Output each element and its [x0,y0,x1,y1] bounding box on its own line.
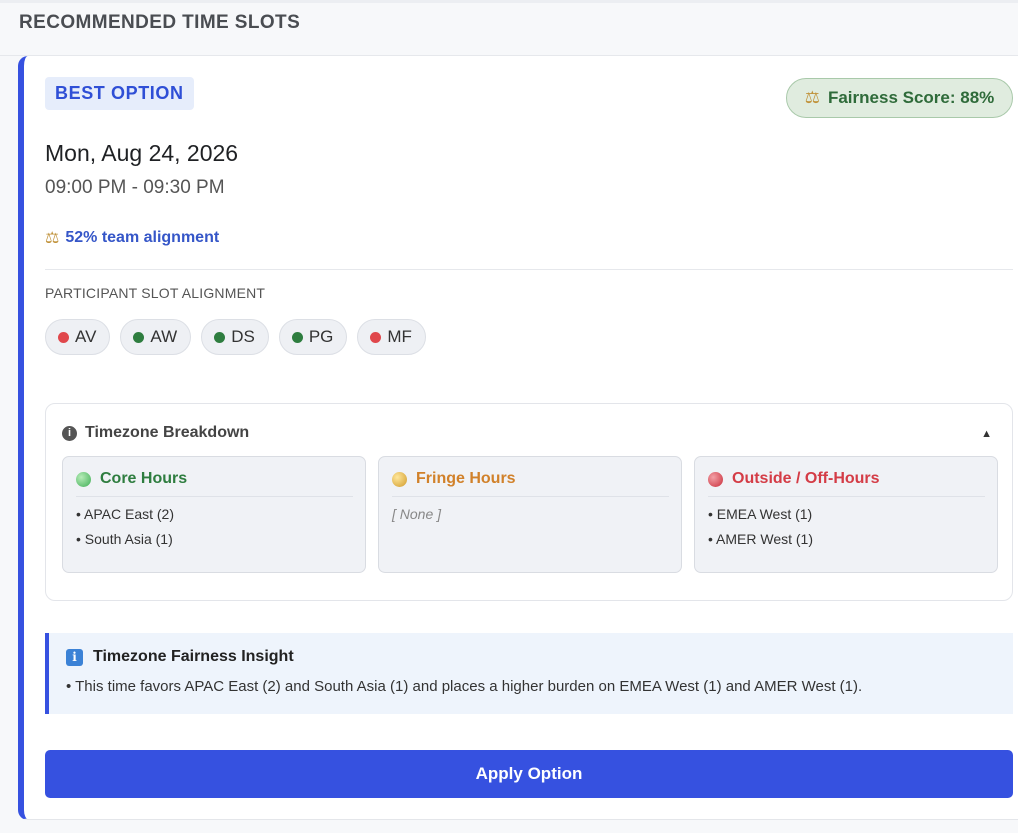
scale-icon: ⚖ [804,88,820,107]
fringe-hours-list: [ None ] [392,497,669,522]
info-square-icon: i [66,648,83,666]
off-hours-list: • EMEA West (1) • AMER West (1) [708,497,985,547]
list-item: • APAC East (2) [76,506,175,522]
team-alignment: ⚖ 52% team alignment [45,228,219,248]
participant-initials: DS [231,327,255,346]
fringe-hours-header: Fringe Hours [392,470,669,497]
participant-alignment-title: PARTICIPANT SLOT ALIGNMENT [45,285,266,301]
list-item: • AMER West (1) [708,531,813,547]
caret-up-icon[interactable]: ▲ [981,428,992,440]
fairness-insight-box: i Timezone Fairness Insight • This time … [45,633,1013,714]
participant-chip[interactable]: DS [201,319,269,355]
fairness-score-label: Fairness Score: 88% [827,88,995,107]
core-hours-header: Core Hours [76,470,353,497]
status-dot [214,331,226,343]
participant-chip[interactable]: AW [120,319,192,355]
off-hours-title: Outside / Off-Hours [732,470,880,487]
recommended-slots-page: RECOMMENDED TIME SLOTS BEST OPTION ⚖ Fai… [0,0,1018,833]
status-dot [370,331,382,343]
status-dot [291,331,303,343]
timezone-breakdown-panel: i Timezone Breakdown ▲ Core Hours • APAC… [45,403,1013,601]
core-hours-list: • APAC East (2) • South Asia (1) [76,497,353,547]
top-divider [0,0,1018,3]
list-item: • South Asia (1) [76,531,173,547]
participant-initials: AV [75,327,97,346]
list-item: • EMEA West (1) [708,506,813,522]
participant-chips: AV AW DS PG MF [45,319,426,355]
participant-initials: MF [387,327,412,346]
participant-chip[interactable]: PG [278,319,348,355]
participant-chip[interactable]: AV [45,319,111,355]
slot-card: BEST OPTION ⚖ Fairness Score: 88% Mon, A… [18,56,1018,820]
empty-label: [ None ] [392,506,442,522]
timezone-breakdown-header[interactable]: i Timezone Breakdown [62,424,249,442]
scale-icon: ⚖ [45,230,60,247]
status-dot [58,331,69,343]
fringe-hours-column: Fringe Hours [ None ] [378,456,682,573]
info-icon: i [62,425,77,441]
yellow-circle-icon [392,471,407,487]
participant-initials: AW [150,327,178,346]
divider [45,269,1013,270]
section-title: RECOMMENDED TIME SLOTS [19,12,301,33]
insight-title: Timezone Fairness Insight [93,648,294,665]
best-option-badge: BEST OPTION [45,77,194,110]
slot-date: Mon, Aug 24, 2026 [45,140,239,166]
team-alignment-label: 52% team alignment [65,229,220,246]
core-hours-column: Core Hours • APAC East (2) • South Asia … [62,456,366,573]
slot-time: 09:00 PM - 09:30 PM [45,177,225,198]
status-dot [133,331,145,343]
off-hours-header: Outside / Off-Hours [708,470,985,497]
apply-option-button[interactable]: Apply Option [45,750,1013,798]
off-hours-column: Outside / Off-Hours • EMEA West (1) • AM… [694,456,998,573]
red-circle-icon [708,471,723,487]
insight-header: i Timezone Fairness Insight [66,648,1013,666]
timezone-breakdown-title: Timezone Breakdown [85,424,250,441]
green-circle-icon [76,471,91,487]
participant-chip[interactable]: MF [357,319,426,355]
participant-initials: PG [308,327,334,346]
core-hours-title: Core Hours [100,470,188,487]
fairness-score-pill: ⚖ Fairness Score: 88% [786,78,1013,118]
fringe-hours-title: Fringe Hours [416,470,516,487]
insight-text: • This time favors APAC East (2) and Sou… [66,678,863,695]
